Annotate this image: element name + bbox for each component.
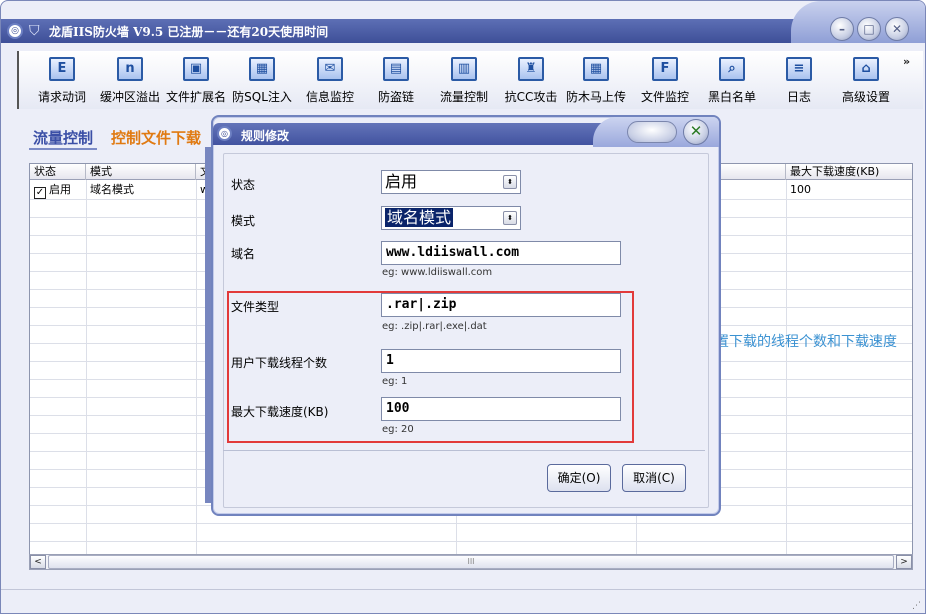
- file-extension-icon: ▣: [183, 57, 209, 81]
- toolbar-label: 信息监控: [305, 90, 354, 104]
- trash-icon: ▥: [451, 57, 477, 81]
- scroll-right-button[interactable]: >: [896, 555, 912, 569]
- toolbar-label: 抗CC攻击: [504, 90, 558, 104]
- scroll-thumb[interactable]: III: [48, 555, 894, 569]
- toolbar-file-extension[interactable]: ▣ 文件扩展名: [163, 51, 229, 109]
- resize-grip-icon[interactable]: ⋰: [912, 601, 921, 611]
- annotation-text: 设置下载的线程个数和下载速度: [701, 334, 897, 350]
- filetype-label: 文件类型: [231, 300, 280, 314]
- filetype-example: eg: .zip|.rar|.exe|.dat: [382, 321, 487, 332]
- toolbar-file-monitor[interactable]: F 文件监控: [635, 51, 695, 109]
- section-description: 控制文件下载: [111, 129, 202, 147]
- column-max-speed[interactable]: 最大下载速度(KB): [786, 164, 912, 180]
- column-mode[interactable]: 模式: [86, 164, 196, 180]
- close-button[interactable]: ✕: [885, 17, 909, 41]
- row-speed-cell: 100: [790, 183, 811, 196]
- toolbar-buffer-overflow[interactable]: n 缓冲区溢出: [95, 51, 165, 109]
- toolbar-label: 日志: [786, 90, 811, 104]
- domain-input[interactable]: www.ldiiswall.com: [381, 241, 621, 265]
- toolbar-label: 防盗链: [377, 90, 414, 104]
- toolbar-anti-trojan[interactable]: ▦ 防木马上传: [563, 51, 629, 109]
- chevron-down-icon[interactable]: ⬍: [503, 175, 517, 189]
- title-bar: ◎ ⛉ 龙盾IIS防火墙 V9.5 已注册－－还有20天使用时间 – □ ✕: [1, 1, 925, 43]
- toolbar-sql-injection[interactable]: ▦ 防SQL注入: [231, 51, 293, 109]
- system-menu-icon[interactable]: ◎: [7, 23, 23, 39]
- status-label: 状态: [231, 178, 256, 192]
- grid-line: [86, 180, 87, 554]
- speed-example: eg: 20: [382, 424, 414, 435]
- buffer-overflow-icon: n: [117, 57, 143, 81]
- chevron-down-icon[interactable]: ⬍: [503, 211, 517, 225]
- log-icon: ≡: [786, 57, 812, 81]
- toolbar-label: 高级设置: [841, 90, 890, 104]
- section-title: 流量控制: [33, 129, 94, 147]
- toolbar-anti-leech[interactable]: ▤ 防盗链: [371, 51, 421, 109]
- magnifier-icon: ⌕: [719, 57, 745, 81]
- threads-label: 用户下载线程个数: [231, 356, 328, 370]
- scroll-left-button[interactable]: <: [30, 555, 46, 569]
- toolbar-label: 黑白名单: [707, 90, 756, 104]
- row-status-cell[interactable]: ✓ 启用: [30, 182, 71, 199]
- toolbar-label: 文件监控: [640, 90, 689, 104]
- toolbar-more-button[interactable]: »: [903, 55, 910, 68]
- grid-line: [786, 180, 787, 554]
- domain-example: eg: www.ldiiswall.com: [382, 267, 493, 278]
- column-status[interactable]: 状态: [30, 164, 86, 180]
- toolbar-label: 请求动词: [37, 90, 86, 104]
- toolbar-label: 防木马上传: [565, 90, 626, 104]
- status-bar: ⋰: [1, 589, 925, 613]
- grid-line: [196, 180, 197, 554]
- toolbar-anti-cc[interactable]: ♜ 抗CC攻击: [501, 51, 561, 109]
- mail-icon: ✉: [317, 57, 343, 81]
- dialog-separator: [223, 450, 705, 451]
- toolbar-label: 防SQL注入: [232, 90, 292, 104]
- enabled-checkbox[interactable]: ✓: [34, 187, 46, 199]
- minimize-button[interactable]: –: [830, 17, 854, 41]
- toolbar-flow-control[interactable]: ▥ 流量控制: [433, 51, 495, 109]
- threads-example: eg: 1: [382, 376, 408, 387]
- ok-button[interactable]: 确定(O): [547, 464, 611, 492]
- horizontal-scrollbar[interactable]: < III >: [29, 554, 913, 570]
- cancel-button[interactable]: 取消(C): [622, 464, 686, 492]
- row-status-text: 启用: [49, 183, 71, 196]
- dialog-title: 规则修改: [241, 129, 290, 143]
- mode-select-value: 域名模式: [385, 208, 454, 227]
- home-settings-icon: ⌂: [853, 57, 879, 81]
- toolbar-label: 文件扩展名: [165, 90, 226, 104]
- sql-injection-icon: ▦: [249, 57, 275, 81]
- toolbar-log[interactable]: ≡ 日志: [779, 51, 819, 109]
- toolbar-label: 缓冲区溢出: [99, 90, 160, 104]
- dialog-pill-button[interactable]: [627, 121, 677, 143]
- toolbar-request-verb[interactable]: E 请求动词: [33, 51, 91, 109]
- filetype-input[interactable]: .rar|.zip: [381, 293, 621, 317]
- domain-label: 域名: [231, 247, 256, 261]
- toolbar-advanced-settings[interactable]: ⌂ 高级设置: [833, 51, 899, 109]
- mode-select[interactable]: 域名模式 ⬍: [381, 206, 521, 230]
- toolbar-label: 流量控制: [439, 90, 488, 104]
- grid-line: [30, 523, 912, 524]
- anti-trojan-icon: ▦: [583, 57, 609, 81]
- maximize-button[interactable]: □: [857, 17, 881, 41]
- anti-leech-icon: ▤: [383, 57, 409, 81]
- shield-icon: ⛉: [29, 23, 40, 39]
- speed-label: 最大下载速度(KB): [231, 405, 329, 419]
- threads-input[interactable]: 1: [381, 349, 621, 373]
- request-verb-icon: E: [49, 57, 75, 81]
- status-select[interactable]: 启用 ⬍: [381, 170, 521, 194]
- window-title: 龙盾IIS防火墙 V9.5 已注册－－还有20天使用时间: [49, 25, 329, 39]
- dialog-menu-icon[interactable]: ◎: [217, 126, 232, 141]
- toolbar: E 请求动词 n 缓冲区溢出 ▣ 文件扩展名 ▦ 防SQL注入 ✉ 信息监控 ▤…: [17, 51, 923, 109]
- anti-cc-icon: ♜: [518, 57, 544, 81]
- file-monitor-icon: F: [652, 57, 678, 81]
- grid-line: [30, 541, 912, 542]
- toolbar-info-monitor[interactable]: ✉ 信息监控: [301, 51, 359, 109]
- main-window: ◎ ⛉ 龙盾IIS防火墙 V9.5 已注册－－还有20天使用时间 – □ ✕ E…: [0, 0, 926, 614]
- status-select-value: 启用: [385, 172, 418, 191]
- section-underline: [29, 148, 97, 150]
- speed-input[interactable]: 100: [381, 397, 621, 421]
- row-mode-cell: 域名模式: [90, 183, 134, 196]
- dialog-close-button[interactable]: ✕: [683, 119, 709, 145]
- toolbar-black-white-list[interactable]: ⌕ 黑白名单: [703, 51, 761, 109]
- mode-label: 模式: [231, 214, 256, 228]
